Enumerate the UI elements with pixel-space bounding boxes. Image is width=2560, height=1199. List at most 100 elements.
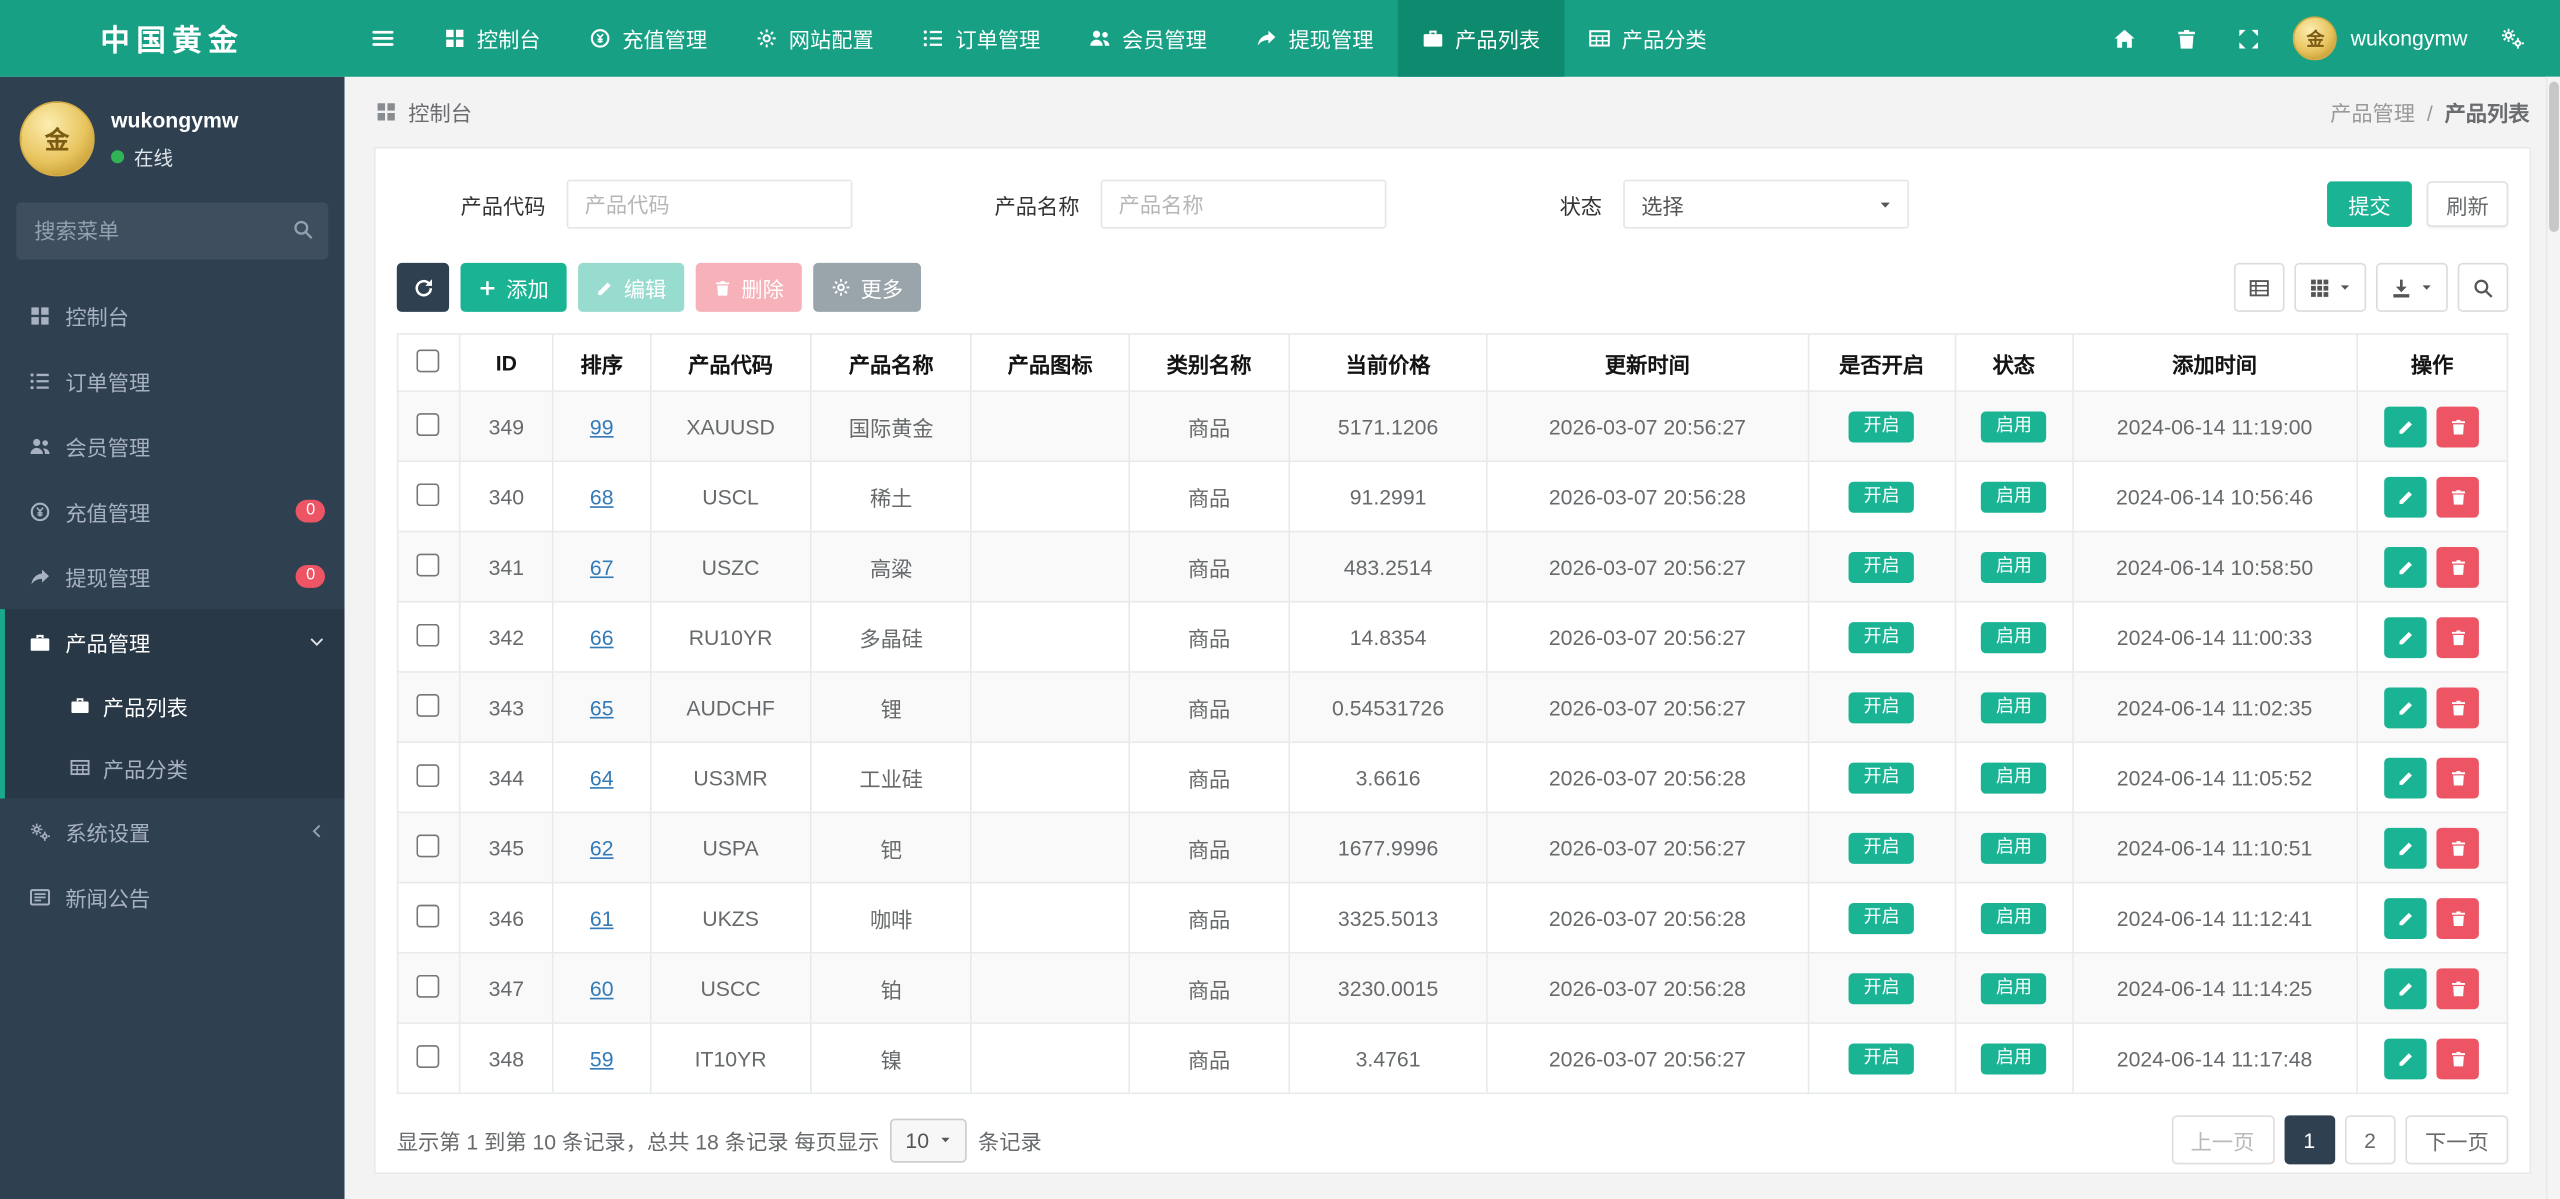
row-checkbox[interactable] [417, 1044, 441, 1068]
column-header-8[interactable]: 是否开启 [1807, 333, 1957, 392]
product-code-input[interactable] [566, 179, 853, 229]
row-delete-button[interactable] [2437, 616, 2480, 658]
sort-link[interactable]: 65 [590, 695, 614, 719]
column-header-6[interactable]: 当前价格 [1288, 333, 1488, 392]
edit-button[interactable]: 编辑 [578, 262, 685, 312]
sort-link[interactable]: 64 [590, 765, 614, 789]
row-edit-button[interactable] [2384, 967, 2428, 1009]
sidebar-item-orders[interactable]: 订单管理 [0, 348, 345, 413]
row-delete-button[interactable] [2437, 827, 2480, 868]
row-checkbox[interactable] [417, 693, 441, 717]
column-header-7[interactable]: 更新时间 [1485, 333, 1809, 392]
row-delete-button[interactable] [2437, 686, 2480, 728]
sort-link[interactable]: 66 [590, 625, 614, 649]
topnav-item-product-list[interactable]: 产品列表 [1398, 0, 1565, 77]
export-button[interactable] [2376, 262, 2448, 312]
more-button[interactable]: 更多 [813, 262, 922, 312]
row-delete-button[interactable] [2437, 476, 2480, 517]
row-edit-button[interactable] [2384, 756, 2428, 798]
page-button-next[interactable]: 下一页 [2405, 1115, 2509, 1165]
row-delete-button[interactable] [2437, 967, 2480, 1009]
sidebar-subitem-product-category[interactable]: 产品分类 [5, 736, 345, 798]
sidebar-item-products[interactable]: 产品管理 [5, 609, 345, 674]
home-button[interactable] [2094, 0, 2156, 77]
column-header-9[interactable]: 状态 [1954, 333, 2074, 392]
row-checkbox[interactable] [417, 622, 441, 646]
column-header-4[interactable]: 产品图标 [970, 333, 1130, 392]
columns-button[interactable] [2294, 262, 2367, 312]
search-toggle-button[interactable] [2457, 262, 2509, 312]
delete-button[interactable]: 删除 [695, 262, 802, 312]
column-header-0[interactable]: ID [458, 333, 555, 392]
sidebar-item-system-settings[interactable]: 系统设置 [0, 799, 345, 864]
row-checkbox[interactable] [417, 903, 441, 927]
sort-link[interactable]: 67 [590, 554, 614, 578]
scrollbar-thumb[interactable] [2549, 81, 2559, 232]
sidebar-item-console[interactable]: 控制台 [0, 283, 345, 348]
topnav-item-site-config[interactable]: 网站配置 [732, 0, 899, 77]
fullscreen-button[interactable] [2218, 0, 2280, 77]
row-edit-button[interactable] [2384, 897, 2428, 939]
row-edit-button[interactable] [2384, 686, 2428, 728]
menu-search-input[interactable] [16, 202, 329, 260]
column-header-5[interactable]: 类别名称 [1127, 333, 1291, 392]
sidebar-toggle-button[interactable] [345, 0, 420, 77]
sort-link[interactable]: 62 [590, 835, 614, 859]
row-checkbox[interactable] [417, 482, 441, 506]
detail-view-button[interactable] [2233, 262, 2285, 312]
row-delete-button[interactable] [2437, 1037, 2480, 1079]
topnav-item-product-category[interactable]: 产品分类 [1565, 0, 1732, 77]
settings-button[interactable] [2481, 0, 2545, 77]
column-header-1[interactable]: 排序 [552, 333, 652, 392]
page-size-select[interactable]: 10 [890, 1117, 967, 1162]
column-header-10[interactable]: 添加时间 [2071, 333, 2358, 392]
column-header-3[interactable]: 产品名称 [810, 333, 973, 392]
add-button[interactable]: 添加 [460, 262, 567, 312]
row-delete-button[interactable] [2437, 405, 2480, 447]
row-edit-button[interactable] [2384, 546, 2428, 588]
row-edit-button[interactable] [2384, 476, 2428, 517]
row-edit-button[interactable] [2384, 827, 2428, 868]
select-all-checkbox[interactable] [417, 348, 441, 372]
page-button-page-2[interactable]: 2 [2344, 1115, 2396, 1165]
row-checkbox[interactable] [417, 833, 441, 857]
row-edit-button[interactable] [2384, 616, 2428, 658]
sidebar-item-recharge[interactable]: 充值管理 0 [0, 478, 345, 543]
sidebar-item-news[interactable]: 新闻公告 [0, 864, 345, 929]
table-refresh-button[interactable] [396, 262, 450, 312]
status-select[interactable]: 选择 [1623, 179, 1910, 229]
clear-cache-button[interactable] [2156, 0, 2218, 77]
sort-link[interactable]: 68 [590, 484, 614, 508]
submit-button[interactable]: 提交 [2326, 181, 2412, 227]
scrollbar[interactable] [2545, 76, 2560, 1199]
row-checkbox[interactable] [417, 974, 441, 997]
row-checkbox[interactable] [417, 763, 441, 787]
page-button-prev[interactable]: 上一页 [2171, 1115, 2274, 1165]
topnav-item-console[interactable]: 控制台 [420, 0, 565, 77]
topnav-item-recharge[interactable]: 充值管理 [565, 0, 732, 77]
row-delete-button[interactable] [2437, 897, 2480, 939]
sidebar-subitem-product-list[interactable]: 产品列表 [5, 674, 345, 736]
sidebar-user[interactable]: 金 wukongymw 在线 [0, 77, 345, 190]
product-name-input[interactable] [1100, 179, 1387, 229]
topnav-item-orders[interactable]: 订单管理 [898, 0, 1065, 77]
sort-link[interactable]: 61 [590, 905, 614, 929]
sort-link[interactable]: 99 [590, 414, 614, 438]
user-menu[interactable]: 金 wukongymw [2280, 0, 2480, 77]
sidebar-item-members[interactable]: 会员管理 [0, 413, 345, 478]
sort-link[interactable]: 60 [590, 976, 614, 1000]
column-header-2[interactable]: 产品代码 [649, 333, 812, 392]
row-edit-button[interactable] [2384, 405, 2428, 447]
column-header-11[interactable]: 操作 [2355, 333, 2509, 392]
row-checkbox[interactable] [417, 412, 441, 436]
topnav-item-withdraw[interactable]: 提现管理 [1231, 0, 1398, 77]
row-checkbox[interactable] [417, 552, 441, 576]
sort-link[interactable]: 59 [590, 1046, 614, 1070]
topnav-item-members[interactable]: 会员管理 [1065, 0, 1232, 77]
row-delete-button[interactable] [2437, 546, 2480, 588]
sidebar-item-withdraw[interactable]: 提现管理 0 [0, 544, 345, 609]
page-button-page-1[interactable]: 1 [2283, 1115, 2335, 1165]
row-edit-button[interactable] [2384, 1037, 2428, 1079]
breadcrumb-parent[interactable]: 产品管理 [2330, 101, 2415, 125]
refresh-button[interactable]: 刷新 [2426, 181, 2509, 227]
